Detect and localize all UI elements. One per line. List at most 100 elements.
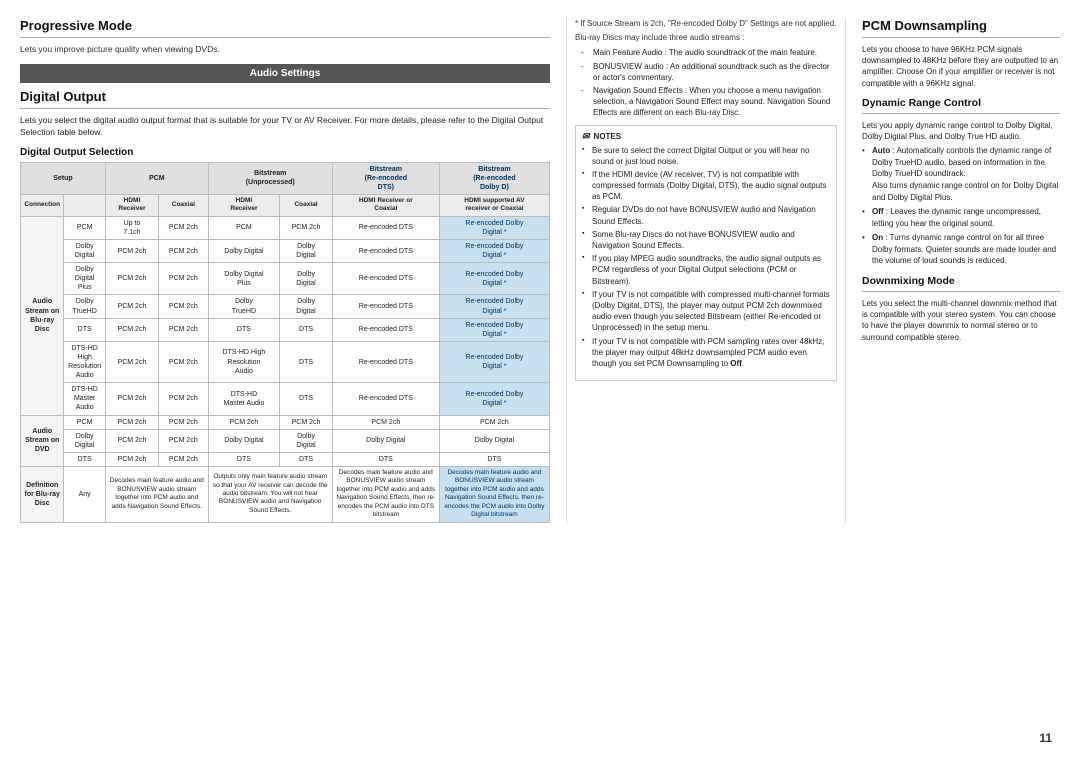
dynamic-range-section: Dynamic Range Control Lets you apply dyn…: [862, 97, 1060, 267]
bd-dd-dts: Re-encoded DTS: [332, 240, 439, 263]
stream-item-3: Navigation Sound Effects : When you choo…: [581, 85, 837, 119]
col-bitstream-dts: Bitstream(Re-encodedDTS): [332, 162, 439, 194]
downmixing-section: Downmixing Mode Lets you select the mult…: [862, 275, 1060, 343]
bd-truehd-hdmi2: DolbyTrueHD: [208, 295, 280, 318]
dvd-dts-label: DTS: [64, 452, 106, 466]
bd-pcm-hdmi: Up to7.1ch: [105, 216, 158, 239]
bd-truehd-hdmi: PCM 2ch: [105, 295, 158, 318]
sub-connection: Connection: [21, 194, 64, 216]
bd-ddplus-hdmi2: Dolby DigitalPlus: [208, 263, 280, 295]
progressive-mode-title: Progressive Mode: [20, 18, 550, 33]
bd-truehd-dts: Re-encoded DTS: [332, 295, 439, 318]
bd-dtsmaster-hdmi2: DTS-HDMaster Audio: [208, 383, 280, 415]
def-any-label: Any: [64, 466, 106, 522]
bd-ddplus-hdmi: PCM 2ch: [105, 263, 158, 295]
bd-pcm-dolby: Re-encoded DolbyDigital *: [439, 216, 549, 239]
dvd-dts-hdmi2: DTS: [208, 452, 280, 466]
sub-empty: [64, 194, 106, 216]
bd-pcm-coax: PCM 2ch: [159, 216, 209, 239]
middle-column: * If Source Stream is 2ch, "Re-encoded D…: [566, 18, 846, 523]
bd-ddplus-dts: Re-encoded DTS: [332, 263, 439, 295]
notes-section: ✉ NOTES Be sure to select the correct Di…: [575, 125, 837, 382]
dvd-dd-coax2: DolbyDigital: [280, 429, 333, 452]
dvd-dd-dolby: Dolby Digital: [439, 429, 549, 452]
bd-dtshd-coax: PCM 2ch: [159, 341, 209, 382]
col-setup: Setup: [21, 162, 106, 194]
note-5: If you play MPEG audio soundtracks, the …: [582, 253, 830, 287]
note-2: If the HDMI device (AV receiver, TV) is …: [582, 169, 830, 203]
bd-dtshd-hdmi2: DTS-HD HighResolutionAudio: [208, 341, 280, 382]
bd-pcm-dts: Re-encoded DTS: [332, 216, 439, 239]
bd-dtshd-dolby: Re-encoded DolbyDigital *: [439, 341, 549, 382]
def-any-pcm: Decodes main feature audio and BONUSVIEW…: [105, 466, 208, 522]
digital-output-selection: Digital Output Selection Setup PCM Bitst…: [20, 147, 550, 523]
bd-ddplus-coax2: DolbyDigital: [280, 263, 333, 295]
dynamic-bullet-1: Auto : Automatically controls the dynami…: [862, 145, 1060, 203]
audio-settings-bar: Audio Settings: [20, 64, 550, 83]
bd-dts-dolby: Re-encoded DolbyDigital *: [439, 318, 549, 341]
page-number: 11: [1039, 731, 1052, 745]
progressive-description: Lets you improve picture quality when vi…: [20, 44, 550, 56]
left-column: Progressive Mode Lets you improve pictur…: [20, 18, 550, 523]
dvd-pcm-dolby: PCM 2ch: [439, 415, 549, 429]
note-1: Be sure to select the correct Digital Ou…: [582, 145, 830, 167]
selection-title: Digital Output Selection: [20, 147, 550, 158]
bd-dts-hdmi: PCM 2ch: [105, 318, 158, 341]
dvd-pcm-label: PCM: [64, 415, 106, 429]
bd-dtshd-hdmi: PCM 2ch: [105, 341, 158, 382]
def-any-dts: Decodes main feature audio and BONUSVIEW…: [332, 466, 439, 522]
sub-coaxial2: Coaxial: [280, 194, 333, 216]
col-bitstream-dolby: Bitstream(Re-encodedDolby D): [439, 162, 549, 194]
dynamic-bullet-2: Off : Leaves the dynamic range uncompres…: [862, 206, 1060, 229]
dvd-dts-coax2: DTS: [280, 452, 333, 466]
dynamic-range-description: Lets you apply dynamic range control to …: [862, 120, 1060, 142]
bd-ddplus-dolby: Re-encoded DolbyDigital *: [439, 263, 549, 295]
notes-list: Be sure to select the correct Digital Ou…: [582, 145, 830, 370]
bd-dtshd-coax2: DTS: [280, 341, 333, 382]
sub-coaxial: Coaxial: [159, 194, 209, 216]
pcm-title: PCM Downsampling: [862, 18, 1060, 33]
dvd-dd-dts: Dolby Digital: [332, 429, 439, 452]
bd-pcm-coax2: PCM 2ch: [280, 216, 333, 239]
dvd-dd-hdmi: PCM 2ch: [105, 429, 158, 452]
bluray-stream-label: AudioStream onBlu-ray Disc: [21, 216, 64, 415]
digital-output-description: Lets you select the digital audio output…: [20, 115, 550, 139]
dvd-dd-hdmi2: Dolby Digital: [208, 429, 280, 452]
bd-dts-hdmi2: DTS: [208, 318, 280, 341]
bd-dts-coax2: DTS: [280, 318, 333, 341]
note-6: If your TV is not compatible with compre…: [582, 289, 830, 334]
bd-pcm-hdmi2: PCM: [208, 216, 280, 239]
output-selection-table: Setup PCM Bitstream(Unprocessed) Bitstre…: [20, 162, 550, 523]
dvd-stream-label: AudioStream onDVD: [21, 415, 64, 466]
star-note: * If Source Stream is 2ch, "Re-encoded D…: [575, 18, 837, 29]
bd-dts-coax: PCM 2ch: [159, 318, 209, 341]
sub-hdmi-receiver2: HDMIReceiver: [208, 194, 280, 216]
dvd-pcm-coax2: PCM 2ch: [280, 415, 333, 429]
note-4: Some Blu-ray Discs do not have BONUSVIEW…: [582, 229, 830, 251]
dvd-pcm-coax: PCM 2ch: [159, 415, 209, 429]
col-bitstream-unprocessed: Bitstream(Unprocessed): [208, 162, 332, 194]
dvd-dts-coax: PCM 2ch: [159, 452, 209, 466]
stream-item-1: Main Feature Audio : The audio soundtrac…: [581, 47, 837, 58]
stream-item-2: BONUSVIEW audio : An additional soundtra…: [581, 61, 837, 83]
bd-dd-coax: PCM 2ch: [159, 240, 209, 263]
bd-dd-label: Dolby Digital: [64, 240, 106, 263]
bd-dd-coax2: DolbyDigital: [280, 240, 333, 263]
notes-title: ✉ NOTES: [582, 131, 830, 142]
bd-dtsmaster-coax2: DTS: [280, 383, 333, 415]
streams-list: Main Feature Audio : The audio soundtrac…: [581, 47, 837, 118]
sub-hdmi-receiver: HDMIReceiver: [105, 194, 158, 216]
bd-dtsmaster-dolby: Re-encoded DolbyDigital *: [439, 383, 549, 415]
dvd-pcm-hdmi: PCM 2ch: [105, 415, 158, 429]
bd-dtsmaster-dts: Re-encoded DTS: [332, 383, 439, 415]
note-3: Regular DVDs do not have BONUSVIEW audio…: [582, 204, 830, 226]
dvd-dd-label: Dolby Digital: [64, 429, 106, 452]
def-any-bitstream: Outputs only main feature audio stream s…: [208, 466, 332, 522]
def-any-dolby: Decodes main feature audio and BONUSVIEW…: [439, 466, 549, 522]
dvd-dts-hdmi: PCM 2ch: [105, 452, 158, 466]
bd-dts-dts: Re-encoded DTS: [332, 318, 439, 341]
bd-dts-label: DTS: [64, 318, 106, 341]
dvd-pcm-dts: PCM 2ch: [332, 415, 439, 429]
sub-hdmi-av: HDMI supported AVreceiver or Coaxial: [439, 194, 549, 216]
pcm-downsampling-section: PCM Downsampling Lets you choose to have…: [862, 18, 1060, 89]
